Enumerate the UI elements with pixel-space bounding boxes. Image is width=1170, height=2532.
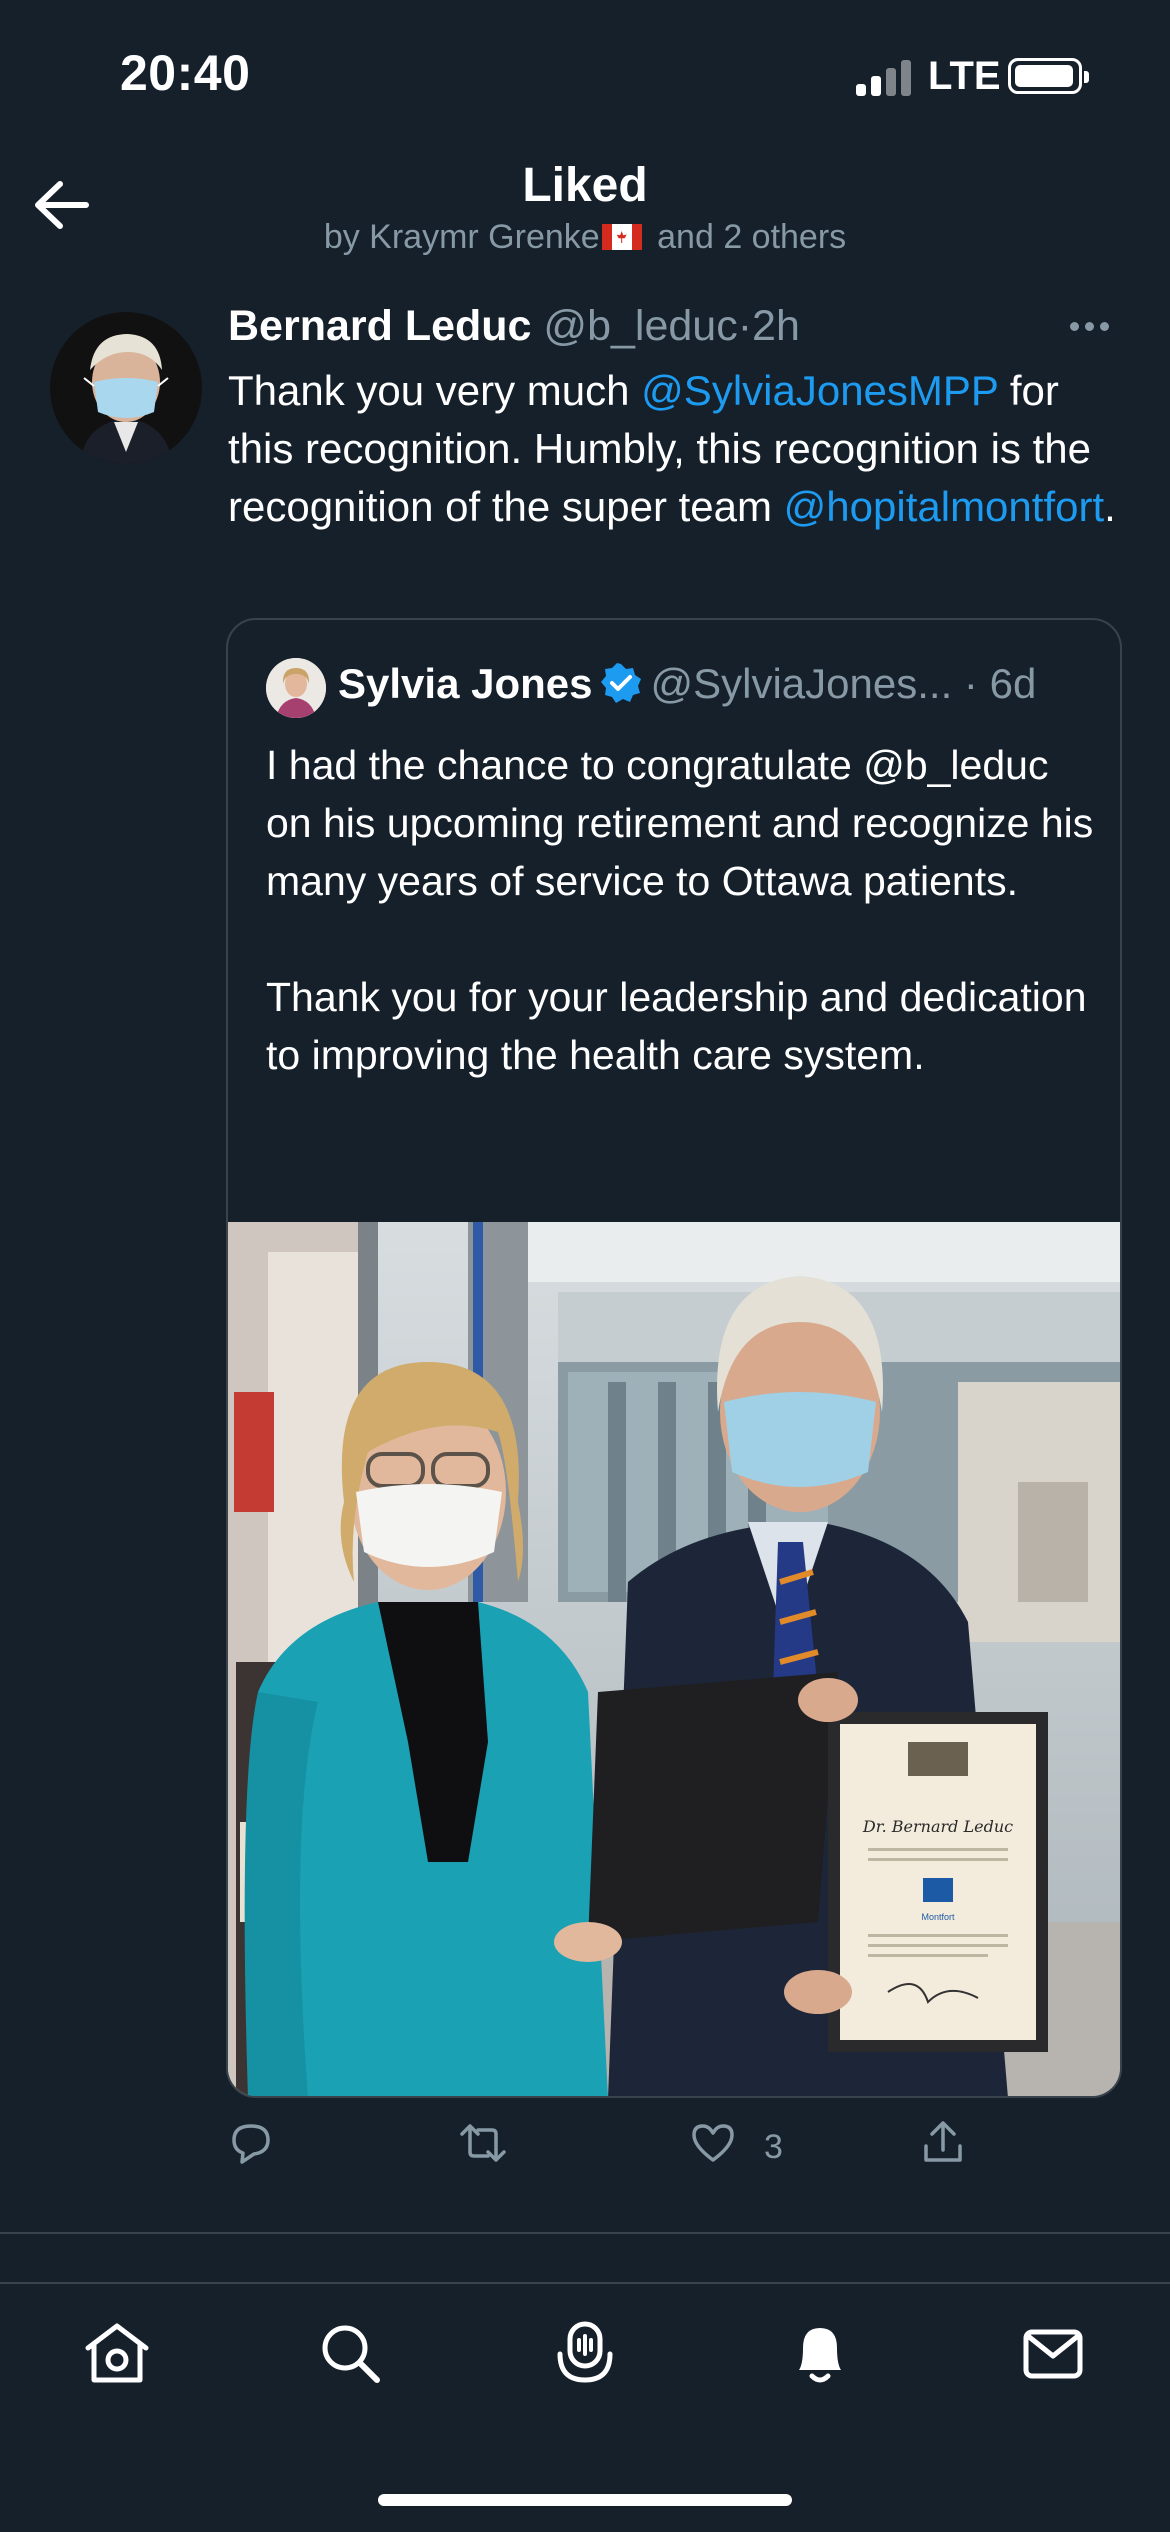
author-avatar[interactable] [50,312,202,464]
tweet-text-part: . [1104,483,1116,530]
search-icon [322,2325,380,2383]
mention-link[interactable]: @hopitalmontfort [784,483,1104,530]
quote-separator: · [963,660,978,707]
liked-by-prefix: by Kraymr Grenke [323,218,600,256]
tweet-author-line: Bernard Leduc @b_leduc·2h [228,302,800,351]
quote-author-name[interactable]: Sylvia Jones [338,660,592,707]
more-dot [1100,322,1109,331]
network-label: LTE [928,54,1001,98]
verified-badge-icon [601,663,642,703]
heart-icon [692,2124,734,2162]
share-button[interactable] [918,2118,968,2178]
battery-icon [1008,58,1089,94]
share-icon [924,2121,962,2162]
retweet-button[interactable] [458,2118,508,2178]
photo-image: Dr. Bernard Leduc Montfort [228,1222,1120,2096]
home-indicator[interactable] [378,2494,792,2506]
author-name[interactable]: Bernard Leduc [228,302,531,350]
quote-time: 6d [989,660,1037,707]
quote-tweet-card[interactable]: Sylvia Jones @SylviaJones... · 6d I had … [226,618,1122,2098]
liked-by-suffix: and 2 others [657,218,847,256]
spaces-icon [557,2321,613,2383]
mention-link[interactable]: @SylviaJonesMPP [641,367,998,414]
retweet-icon [460,2124,506,2162]
status-time: 20:40 [120,45,251,101]
reply-icon [232,2124,270,2164]
mail-icon [1023,2329,1083,2379]
tweet-time: 2h [752,302,800,350]
canada-flag-icon [601,224,642,250]
tweet-text: Thank you very much @SylviaJonesMPP for … [228,362,1128,536]
section-divider [0,2232,1170,2234]
quote-avatar-image [266,658,326,718]
more-options-button[interactable] [1070,318,1116,338]
quote-author-handle[interactable]: @SylviaJones... [650,660,952,707]
quote-photo[interactable]: Dr. Bernard Leduc Montfort [228,1222,1120,2096]
meta-separator: · [737,302,753,350]
author-handle[interactable]: @b_leduc [543,302,737,350]
quote-author-avatar[interactable] [266,658,326,718]
more-dot [1085,322,1094,331]
bell-icon [799,2328,841,2383]
like-count: 3 [764,2128,783,2166]
certificate-logo-text: Montfort [921,1912,955,1922]
like-button[interactable] [688,2118,738,2178]
signal-icon [856,58,912,96]
tab-messages[interactable] [1018,2318,1088,2388]
tab-home[interactable] [82,2318,152,2388]
quote-text: I had the chance to congratulate @b_ledu… [266,742,1094,1078]
page-title: Liked [522,159,648,212]
reply-button[interactable] [226,2118,276,2178]
tab-search[interactable] [315,2318,385,2388]
home-icon [85,2323,149,2383]
tab-spaces[interactable] [550,2318,620,2388]
quote-author-line: Sylvia Jones @SylviaJones... · 6d [338,660,1036,708]
tweet-text-part: Thank you very much [228,367,642,414]
more-dot [1070,322,1079,331]
tab-notifications[interactable] [785,2318,855,2388]
author-avatar-image [50,312,202,464]
liked-by-subtitle[interactable]: by Kraymr Grenke and 2 others [0,218,1170,257]
certificate-name: Dr. Bernard Leduc [862,1817,1013,1836]
